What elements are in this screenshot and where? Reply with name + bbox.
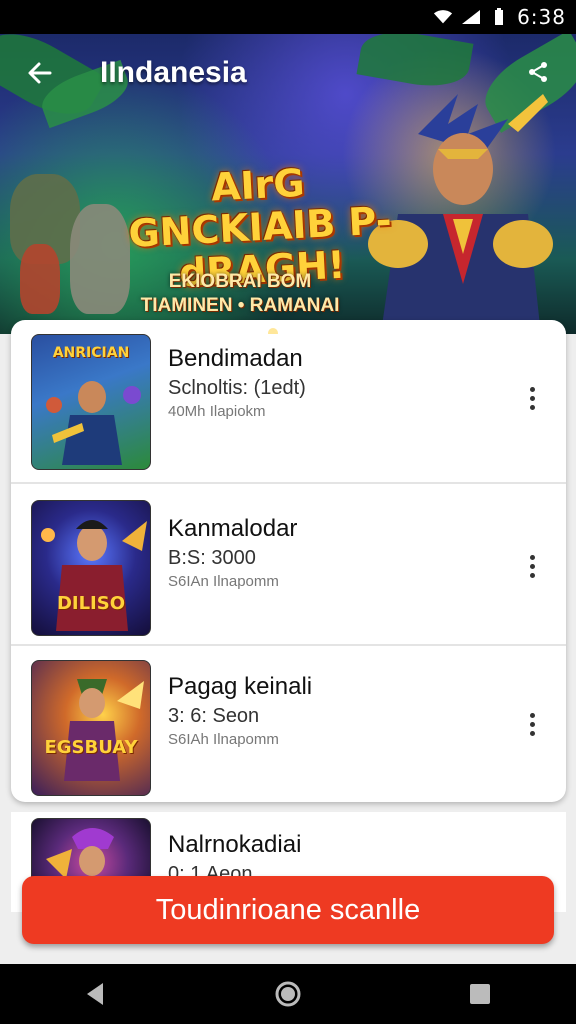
- status-bar: 6:38: [0, 0, 576, 34]
- more-options-button[interactable]: [520, 378, 544, 418]
- nav-recents-button[interactable]: [450, 969, 510, 1019]
- list-item-meta: 40Mh Ilapiokm: [168, 403, 266, 420]
- list-item-meta: S6IAn Ilnapomm: [168, 573, 279, 590]
- more-vert-icon: [529, 554, 535, 560]
- game-thumbnail: EGSBUAY: [31, 660, 151, 796]
- more-vert-icon: [529, 386, 535, 392]
- triangle-back-icon: [87, 983, 103, 1005]
- more-options-button[interactable]: [520, 546, 544, 586]
- nav-back-button[interactable]: [66, 969, 126, 1019]
- character-art: [46, 381, 141, 465]
- system-navigation-bar: [0, 964, 576, 1024]
- list-item-text: Pagag keinali 3: 6: Seon S6IAh Ilnapomm: [168, 672, 498, 750]
- home-circle-icon: [275, 981, 301, 1007]
- thumbnail-label: EGSBUAY: [44, 737, 138, 758]
- share-button[interactable]: [518, 52, 558, 92]
- nav-home-button[interactable]: [258, 969, 318, 1019]
- carousel-dot-active[interactable]: [268, 328, 278, 334]
- banner-subtitle-line1: EKIOBRAI BOM: [168, 271, 312, 292]
- list-item-title: Pagag keinali: [168, 673, 313, 700]
- thumbnail-label: DILISO: [56, 593, 126, 614]
- carousel-dot[interactable]: [246, 328, 256, 334]
- list-item-subtitle: 3: 6: Seon: [168, 705, 260, 727]
- carousel-dot[interactable]: [312, 328, 322, 334]
- character-art: [64, 679, 144, 781]
- list-item-subtitle: B:S: 3000: [168, 547, 256, 569]
- status-time: 6:38: [517, 5, 566, 29]
- back-arrow-icon: [28, 62, 52, 84]
- top-app-bar: IIndanesia: [0, 34, 576, 112]
- primary-action-button[interactable]: Toudinrioane scanlle: [22, 876, 554, 944]
- list-item-title: Nalrnokadiai: [168, 831, 302, 858]
- list-item-title: Bendimadan: [168, 345, 303, 372]
- list-item[interactable]: DILISO Kanmalodar B:S: 3000 S6IAn Ilnapo…: [11, 482, 566, 644]
- carousel-dot[interactable]: [290, 328, 300, 334]
- list-item[interactable]: EGSBUAY Pagag keinali 3: 6: Seon S6IAh I…: [11, 644, 566, 802]
- list-item-meta: S6IAh Ilnapomm: [168, 731, 279, 748]
- signal-icon: [461, 9, 481, 25]
- list-item-subtitle: Sclnoltis: (1edt): [168, 377, 306, 399]
- character-art: [41, 520, 147, 631]
- more-vert-icon: [529, 712, 535, 718]
- wifi-icon: [433, 9, 453, 25]
- banner-subtitle-line2: TIAMINEN • RAMANAI: [140, 295, 340, 316]
- app-screen: 6:38 AIrG GNCKIAIB P-dRAGH! EKIOBRAI BOM…: [0, 0, 576, 1024]
- list-item-text: Kanmalodar B:S: 3000 S6IAn Ilnapomm: [168, 514, 498, 592]
- more-options-button[interactable]: [520, 704, 544, 744]
- game-thumbnail: ANRICIAN: [31, 334, 151, 470]
- list-item-text: Bendimadan Sclnoltis: (1edt) 40Mh Ilapio…: [168, 344, 498, 422]
- back-button[interactable]: [14, 47, 66, 99]
- banner-subtitle: EKIOBRAI BOM TIAMINEN • RAMANAI: [120, 270, 360, 318]
- carousel-dots: [246, 328, 322, 334]
- list-item[interactable]: ANRICIAN Bendimadan Sclnoltis: (1edt) 40…: [11, 320, 566, 482]
- page-title: IIndanesia: [100, 56, 247, 89]
- square-recents-icon: [470, 984, 490, 1004]
- list-item-title: Kanmalodar: [168, 515, 298, 542]
- game-thumbnail: DILISO: [31, 500, 151, 636]
- creature-illustration: [20, 244, 60, 314]
- game-list-card: ANRICIAN Bendimadan Sclnoltis: (1edt) 40…: [11, 320, 566, 802]
- battery-icon: [489, 8, 509, 25]
- share-icon: [529, 62, 547, 82]
